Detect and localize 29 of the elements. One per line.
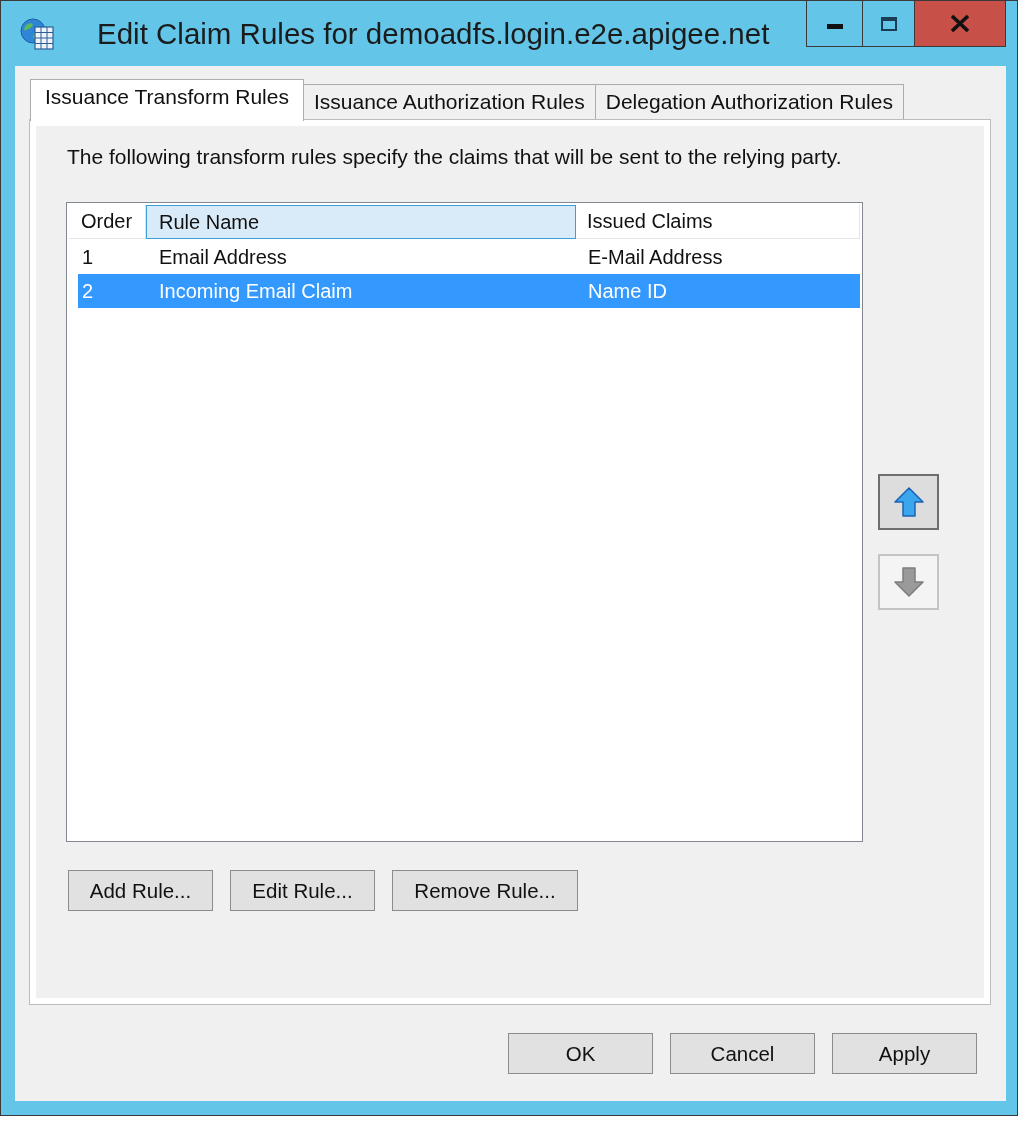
close-icon: [950, 15, 970, 32]
down-arrow-icon: [893, 567, 924, 597]
add-rule-button[interactable]: Add Rule...: [68, 870, 213, 911]
order-cell-text: 1: [81, 245, 95, 270]
rules-list[interactable]: Order Rule Name Issued Claims 1 Email Address E-Mail Address 2 Incoming Email Claim Name ID: [66, 202, 863, 842]
list-row[interactable]: 1 Email Address E-Mail Address: [78, 240, 860, 274]
maximize-icon: [880, 16, 897, 31]
column-header[interactable]: Rule Name: [146, 205, 576, 239]
rule-name-cell-text: Email Address: [158, 245, 288, 270]
move-up-button[interactable]: [878, 474, 939, 530]
tab[interactable]: Issuance Transform Rules: [30, 79, 304, 121]
close-button[interactable]: [914, 0, 1006, 47]
minimize-icon: [826, 24, 843, 29]
issued-claims-cell-text: E-Mail Address: [587, 245, 724, 270]
rule-name-cell-text: Incoming Email Claim: [158, 279, 354, 304]
remove-rule-button[interactable]: Remove Rule...: [392, 870, 578, 911]
apply-button[interactable]: Apply: [832, 1033, 977, 1074]
order-cell-text: 2: [81, 279, 95, 304]
window-title: Edit Claim Rules for demoadfs.login.e2e.apigee.net: [97, 16, 770, 52]
cancel-button[interactable]: Cancel: [670, 1033, 815, 1074]
ok-button[interactable]: OK: [508, 1033, 653, 1074]
globe-building-icon: [20, 18, 54, 50]
column-header[interactable]: Issued Claims: [576, 205, 860, 239]
tab[interactable]: Delegation Authorization Rules: [594, 84, 904, 119]
edit-rule-button[interactable]: Edit Rule...: [230, 870, 375, 911]
description-text: The following transform rules specify the claims that will be sent to the relying party.: [67, 145, 843, 169]
up-arrow-icon: [893, 487, 924, 517]
issued-claims-cell-text: Name ID: [587, 279, 668, 304]
minimize-button[interactable]: [806, 0, 863, 47]
